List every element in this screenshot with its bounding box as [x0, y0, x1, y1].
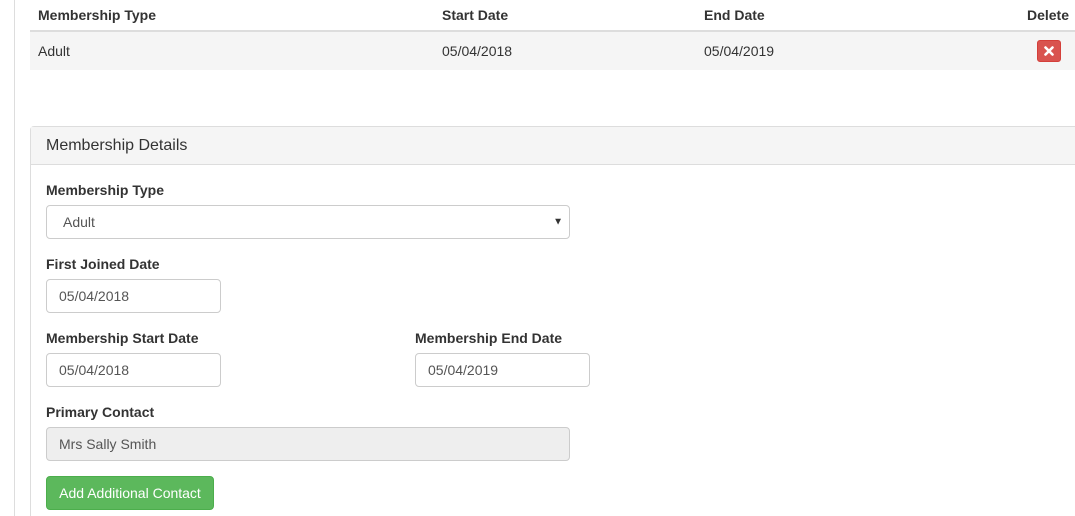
first-joined-date-label: First Joined Date [46, 256, 160, 272]
header-end-date: End Date [704, 7, 765, 23]
cell-delete [1037, 32, 1061, 70]
page: Membership Type Start Date End Date Dele… [0, 0, 1075, 516]
cell-end-date: 05/04/2019 [704, 43, 775, 59]
left-divider [14, 0, 15, 516]
membership-table: Membership Type Start Date End Date Dele… [30, 0, 1075, 70]
membership-type-value: Adult [63, 214, 95, 230]
delete-button[interactable] [1037, 40, 1061, 62]
close-icon [1044, 46, 1054, 56]
primary-contact-field: Mrs Sally Smith [46, 427, 570, 461]
header-start-date: Start Date [442, 7, 509, 23]
primary-contact-label: Primary Contact [46, 404, 155, 420]
add-additional-contact-button[interactable]: Add Additional Contact [46, 476, 214, 510]
header-membership-type: Membership Type [38, 7, 156, 23]
first-joined-date-input[interactable]: 05/04/2018 [46, 279, 221, 313]
cell-start-date: 05/04/2018 [442, 43, 513, 59]
membership-type-select[interactable]: Adult ▼ [46, 205, 570, 239]
caret-down-icon: ▼ [553, 216, 563, 228]
header-delete: Delete [1026, 7, 1069, 23]
membership-type-label: Membership Type [46, 182, 164, 198]
membership-start-date-label: Membership Start Date [46, 330, 199, 346]
membership-end-date-label: Membership End Date [415, 330, 563, 346]
panel-title: Membership Details [31, 127, 1075, 165]
membership-end-date-input[interactable]: 05/04/2019 [415, 353, 590, 387]
table-row: Adult 05/04/2018 05/04/2019 [30, 32, 1075, 70]
membership-start-date-input[interactable]: 05/04/2018 [46, 353, 221, 387]
membership-details-panel: Membership Details Membership Type Adult… [30, 126, 1075, 516]
cell-membership-type: Adult [38, 43, 70, 59]
table-header-row: Membership Type Start Date End Date Dele… [30, 0, 1075, 32]
